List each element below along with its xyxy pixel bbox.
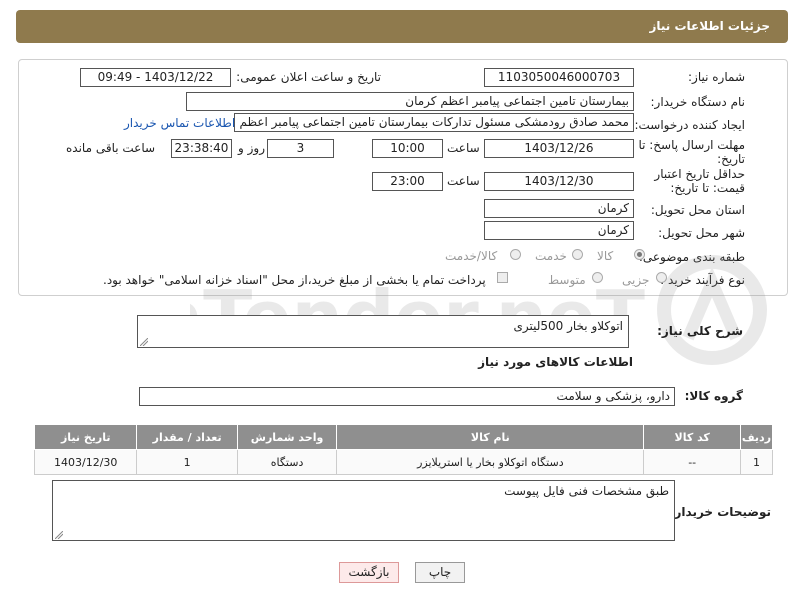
- purchase-radio-medium[interactable]: [592, 272, 603, 283]
- col-row-number: ردیف: [739, 424, 774, 450]
- description-label: شرح کلی نیاز:: [657, 324, 743, 338]
- purchase-option-minor: جزیی: [622, 273, 650, 287]
- resize-handle-icon[interactable]: [55, 531, 63, 539]
- buyer-contact-link[interactable]: اطلاعات تماس خریدار: [124, 116, 235, 130]
- category-option-goods-service: کالا/خدمت: [445, 249, 498, 263]
- announce-datetime-label: تاریخ و ساعت اعلان عمومی:: [236, 70, 381, 84]
- buyer-notes-text: طبق مشخصات فنی فایل پیوست: [504, 484, 669, 498]
- cell-need-date: 1403/12/30: [33, 449, 138, 475]
- category-radio-service[interactable]: [572, 249, 583, 260]
- reply-deadline-date: 1403/12/26: [484, 139, 634, 158]
- category-radio-goods-service[interactable]: [510, 249, 521, 260]
- province-field: کرمان: [484, 199, 634, 218]
- description-text: اتوکلاو بخار 500لیتری: [513, 319, 623, 333]
- reply-deadline-time: 10:00: [372, 139, 443, 158]
- requester-label: ایجاد کننده درخواست:: [634, 118, 745, 132]
- treasury-checkbox[interactable]: [497, 272, 508, 283]
- page-title: جزئیات اطلاعات نیاز: [649, 19, 770, 33]
- col-quantity: تعداد / مقدار: [136, 424, 238, 450]
- cell-quantity: 1: [136, 449, 238, 475]
- category-label: طبقه بندی موضوعی:: [638, 250, 745, 264]
- purchase-option-medium: متوسط: [548, 273, 586, 287]
- col-unit: واحد شمارش: [236, 424, 338, 450]
- description-field: اتوکلاو بخار 500لیتری: [137, 315, 629, 348]
- table-header-row: ردیف کد کالا نام کالا واحد شمارش تعداد /…: [33, 424, 774, 450]
- city-label: شهر محل تحویل:: [658, 226, 745, 240]
- reply-deadline-remaining: 23:38:40: [171, 139, 232, 158]
- reply-deadline-remaining-label: ساعت باقی مانده: [66, 141, 156, 155]
- requester-field: محمد صادق رودمشکی مسئول تدارکات بیمارستا…: [234, 113, 634, 132]
- price-validity-time-label: ساعت: [447, 174, 480, 188]
- cell-item-name: دستگاه اتوکلاو بخار یا استریلایزر: [336, 449, 645, 475]
- goods-group-label: گروه کالا:: [684, 389, 743, 403]
- print-button[interactable]: چاپ: [415, 562, 465, 583]
- price-validity-label: حداقل تاریخ اعتبار قیمت: تا تاریخ:: [654, 167, 745, 195]
- price-validity-time: 23:00: [372, 172, 443, 191]
- cell-row-number: 1: [739, 449, 774, 475]
- goods-table: ردیف کد کالا نام کالا واحد شمارش تعداد /…: [33, 424, 774, 475]
- col-item-code: کد کالا: [643, 424, 741, 450]
- table-row: 1 -- دستگاه اتوکلاو بخار یا استریلایزر د…: [33, 449, 774, 475]
- goods-group-field: دارو، پزشکی و سلامت: [139, 387, 675, 406]
- buyer-org-label: نام دستگاه خریدار:: [650, 95, 746, 109]
- goods-info-title: اطلاعات کالاهای مورد نیاز: [478, 355, 633, 369]
- buyer-org-field: بیمارستان تامین اجتماعی پیامبر اعظم کرما…: [186, 92, 634, 111]
- resize-handle-icon[interactable]: [140, 338, 148, 346]
- category-option-goods: کالا: [597, 249, 614, 263]
- reply-deadline-time-label: ساعت: [447, 141, 480, 155]
- reply-deadline-label: مهلت ارسال پاسخ: تا تاریخ:: [638, 138, 745, 166]
- back-button[interactable]: بازگشت: [339, 562, 399, 583]
- city-field: کرمان: [484, 221, 634, 240]
- purchase-radio-minor[interactable]: [656, 272, 667, 283]
- need-number-field: 1103050046000703: [484, 68, 634, 87]
- purchase-type-label: نوع فرآیند خرید :: [660, 273, 745, 287]
- need-number-label: شماره نیاز:: [688, 70, 745, 84]
- reply-deadline-days-label: روز و: [238, 141, 265, 155]
- page-header: جزئیات اطلاعات نیاز: [16, 10, 788, 43]
- category-radio-goods[interactable]: [634, 249, 645, 260]
- treasury-note: پرداخت تمام یا بخشی از مبلغ خرید،از محل …: [103, 273, 486, 287]
- category-option-service: خدمت: [535, 249, 567, 263]
- province-label: استان محل تحویل:: [650, 203, 745, 217]
- buyer-notes-label: توضیحات خریدار:: [669, 505, 771, 519]
- col-item-name: نام کالا: [336, 424, 645, 450]
- buyer-notes-field: طبق مشخصات فنی فایل پیوست: [52, 480, 675, 541]
- cell-unit: دستگاه: [236, 449, 338, 475]
- price-validity-date: 1403/12/30: [484, 172, 634, 191]
- col-need-date: تاریخ نیاز: [33, 424, 138, 450]
- reply-deadline-days: 3: [267, 139, 334, 158]
- announce-datetime-field: 1403/12/22 - 09:49: [80, 68, 231, 87]
- cell-item-code: --: [643, 449, 741, 475]
